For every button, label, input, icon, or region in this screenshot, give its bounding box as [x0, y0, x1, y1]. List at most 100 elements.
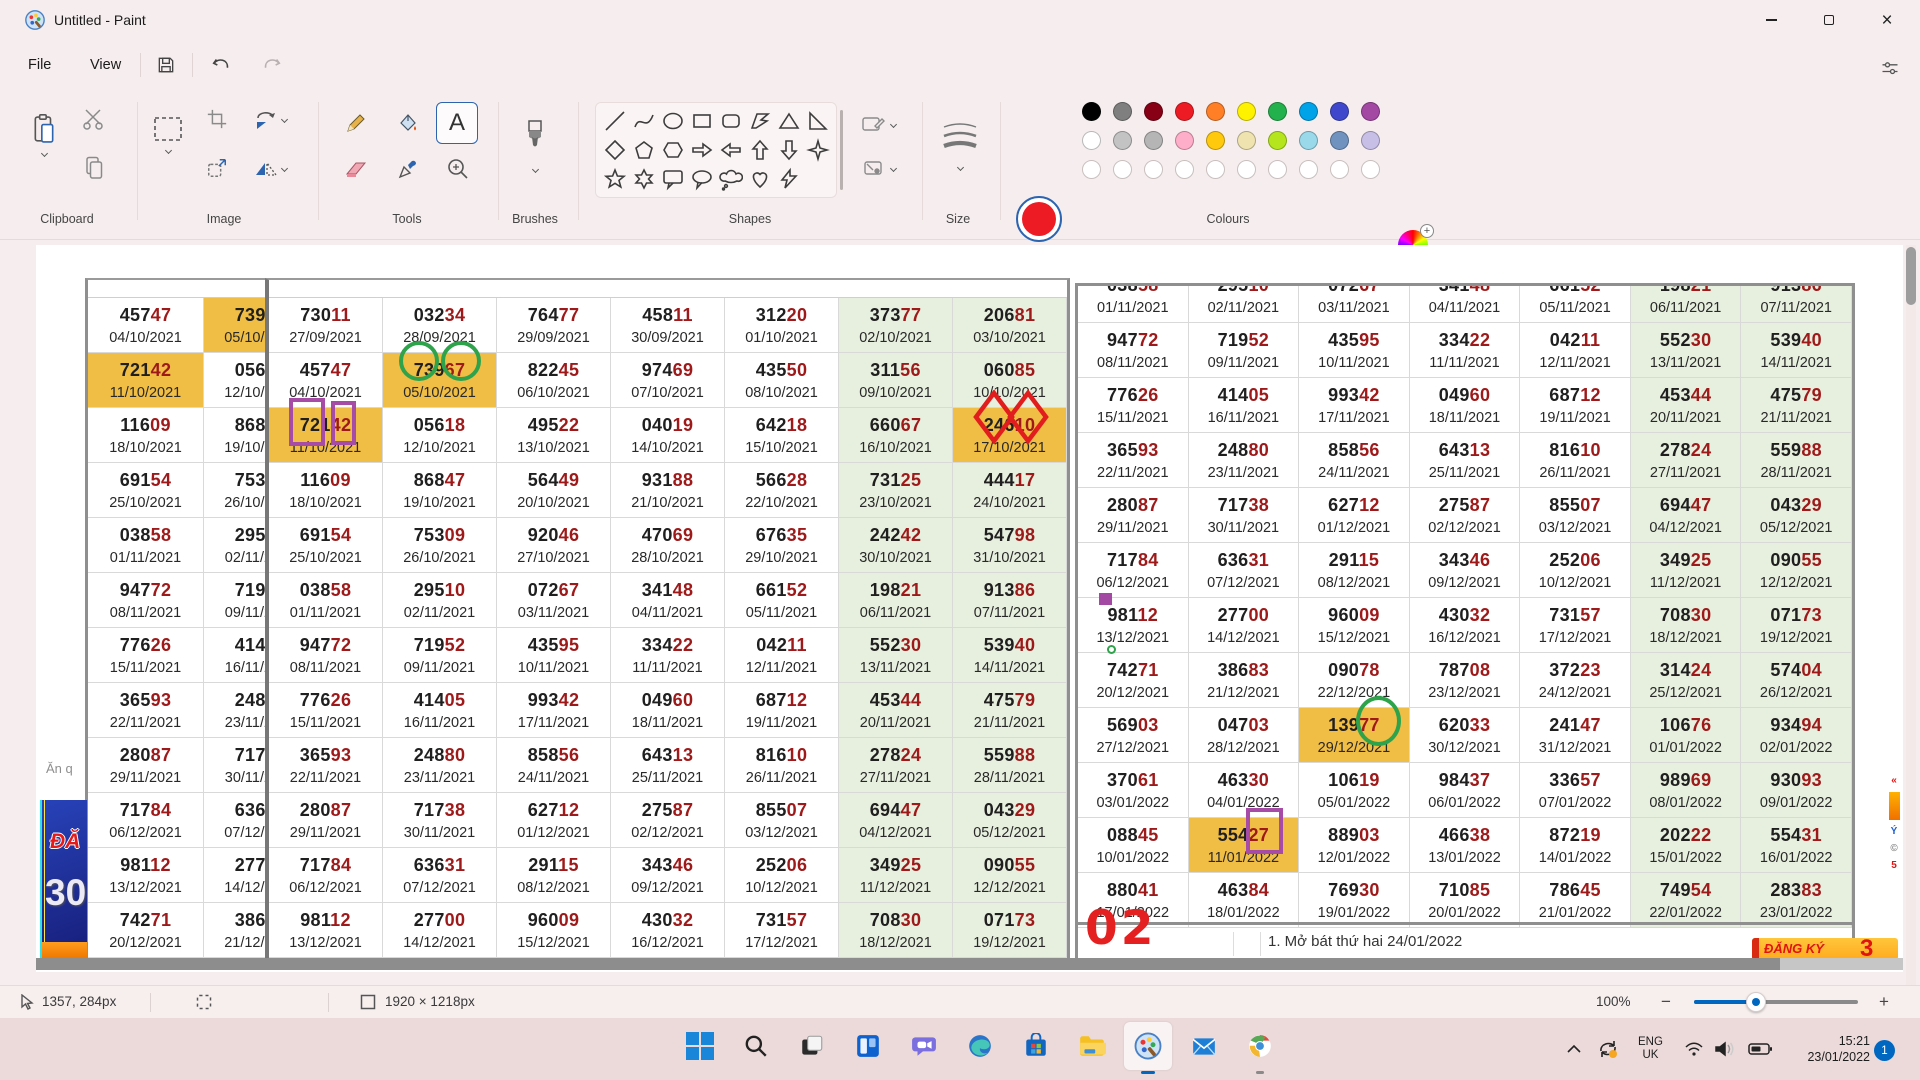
- palette-empty-slot[interactable]: [1237, 160, 1256, 179]
- shape-star-5-icon[interactable]: [600, 165, 629, 194]
- palette-empty-slot[interactable]: [1113, 160, 1132, 179]
- taskbar-start-button[interactable]: [676, 1022, 724, 1070]
- palette-colour-swatch[interactable]: [1237, 131, 1256, 150]
- undo-button[interactable]: [205, 50, 237, 80]
- shape-arrow-right-icon[interactable]: [687, 135, 716, 164]
- palette-colour-swatch[interactable]: [1082, 131, 1101, 150]
- palette-colour-swatch[interactable]: [1299, 131, 1318, 150]
- palette-colour-swatch[interactable]: [1330, 102, 1349, 121]
- palette-colour-swatch[interactable]: [1082, 102, 1101, 121]
- palette-colour-swatch[interactable]: [1175, 102, 1194, 121]
- shapes-scrollbar[interactable]: [840, 110, 843, 190]
- shape-speech-rect-icon[interactable]: [658, 165, 687, 194]
- close-button[interactable]: ×: [1864, 0, 1910, 40]
- zoom-slider-track[interactable]: [1694, 1000, 1858, 1004]
- menu-file[interactable]: File: [14, 48, 65, 82]
- fill-tool[interactable]: [390, 106, 426, 140]
- taskbar-file-explorer-button[interactable]: [1068, 1022, 1116, 1070]
- flip-button[interactable]: [246, 152, 294, 184]
- color1-selected[interactable]: [1016, 196, 1062, 242]
- palette-empty-slot[interactable]: [1330, 160, 1349, 179]
- paste-button[interactable]: [22, 104, 66, 164]
- palette-empty-slot[interactable]: [1299, 160, 1318, 179]
- tray-volume-button[interactable]: [1714, 1018, 1734, 1080]
- palette-colour-swatch[interactable]: [1299, 102, 1318, 121]
- shape-curve-icon[interactable]: [629, 106, 658, 135]
- palette-empty-slot[interactable]: [1268, 160, 1287, 179]
- resize-button[interactable]: [200, 152, 234, 184]
- shape-rounded-rectangle-icon[interactable]: [716, 106, 745, 135]
- palette-empty-slot[interactable]: [1082, 160, 1101, 179]
- taskbar-store-button[interactable]: [1012, 1022, 1060, 1070]
- notification-badge[interactable]: 1: [1874, 1040, 1895, 1061]
- shape-outline-button[interactable]: [852, 110, 904, 138]
- palette-colour-swatch[interactable]: [1237, 102, 1256, 121]
- menu-view[interactable]: View: [76, 48, 135, 82]
- shape-heart-icon[interactable]: [745, 165, 774, 194]
- zoom-in-button[interactable]: +: [1874, 992, 1894, 1012]
- maximize-button[interactable]: [1806, 0, 1852, 40]
- shape-thought-cloud-icon[interactable]: [716, 165, 745, 194]
- palette-colour-swatch[interactable]: [1361, 102, 1380, 121]
- taskbar-paint-button[interactable]: [1124, 1022, 1172, 1070]
- shape-arrow-left-icon[interactable]: [716, 135, 745, 164]
- taskbar-chrome-button[interactable]: [1236, 1022, 1284, 1070]
- zoom-out-button[interactable]: −: [1656, 992, 1676, 1012]
- shape-triangle-icon[interactable]: [774, 106, 803, 135]
- copy-button[interactable]: [76, 152, 112, 184]
- shape-pentagon-icon[interactable]: [629, 135, 658, 164]
- taskbar-task-view-button[interactable]: [788, 1022, 836, 1070]
- save-button[interactable]: [150, 50, 182, 80]
- settings-button[interactable]: [1874, 54, 1906, 84]
- redo-button[interactable]: [256, 50, 288, 80]
- shape-arrow-up-icon[interactable]: [745, 135, 774, 164]
- select-button[interactable]: [146, 104, 190, 164]
- taskbar-edge-button[interactable]: [956, 1022, 1004, 1070]
- shape-diamond-icon[interactable]: [600, 135, 629, 164]
- palette-empty-slot[interactable]: [1175, 160, 1194, 179]
- shape-lightning-icon[interactable]: [774, 165, 803, 194]
- palette-colour-swatch[interactable]: [1113, 102, 1132, 121]
- pencil-tool[interactable]: [338, 106, 374, 140]
- tray-sync-button[interactable]: [1596, 1018, 1620, 1080]
- crop-button[interactable]: [200, 104, 234, 134]
- palette-colour-swatch[interactable]: [1144, 102, 1163, 121]
- shape-polygon-icon[interactable]: [745, 106, 774, 135]
- taskbar-chat-button[interactable]: [900, 1022, 948, 1070]
- palette-colour-swatch[interactable]: [1206, 131, 1225, 150]
- magnifier-tool[interactable]: [440, 152, 476, 186]
- shape-hexagon-icon[interactable]: [658, 135, 687, 164]
- vertical-scrollbar-thumb[interactable]: [1906, 247, 1916, 305]
- shape-ellipse-icon[interactable]: [658, 106, 687, 135]
- color-picker-tool[interactable]: [390, 152, 426, 186]
- brushes-button[interactable]: [512, 102, 558, 188]
- minimize-button[interactable]: [1748, 0, 1794, 40]
- zoom-slider-thumb[interactable]: [1746, 992, 1766, 1012]
- palette-colour-swatch[interactable]: [1113, 131, 1132, 150]
- shape-right-triangle-icon[interactable]: [803, 106, 832, 135]
- tray-clock[interactable]: 15:2123/01/2022: [1800, 1018, 1870, 1080]
- text-tool-selected[interactable]: A: [436, 102, 478, 144]
- shape-star-6-icon[interactable]: [629, 165, 658, 194]
- rotate-button[interactable]: [246, 104, 294, 134]
- taskbar-mail-button[interactable]: [1180, 1022, 1228, 1070]
- palette-colour-swatch[interactable]: [1330, 131, 1349, 150]
- tray-wifi-button[interactable]: [1684, 1018, 1704, 1080]
- vertical-scrollbar[interactable]: [1906, 245, 1916, 985]
- tray-chevron-button[interactable]: [1566, 1018, 1582, 1080]
- shape-line-icon[interactable]: [600, 106, 629, 135]
- palette-colour-swatch[interactable]: [1361, 131, 1380, 150]
- tray-language[interactable]: ENGUK: [1638, 1018, 1663, 1080]
- size-button[interactable]: [934, 104, 986, 184]
- shape-rectangle-icon[interactable]: [687, 106, 716, 135]
- palette-colour-swatch[interactable]: [1175, 131, 1194, 150]
- palette-colour-swatch[interactable]: [1206, 102, 1225, 121]
- tray-battery-button[interactable]: [1748, 1018, 1772, 1080]
- taskbar-search-button[interactable]: [732, 1022, 780, 1070]
- palette-empty-slot[interactable]: [1144, 160, 1163, 179]
- shape-fill-button[interactable]: [852, 154, 904, 182]
- palette-empty-slot[interactable]: [1206, 160, 1225, 179]
- shape-speech-oval-icon[interactable]: [687, 165, 716, 194]
- palette-empty-slot[interactable]: [1361, 160, 1380, 179]
- cut-button[interactable]: [76, 104, 112, 134]
